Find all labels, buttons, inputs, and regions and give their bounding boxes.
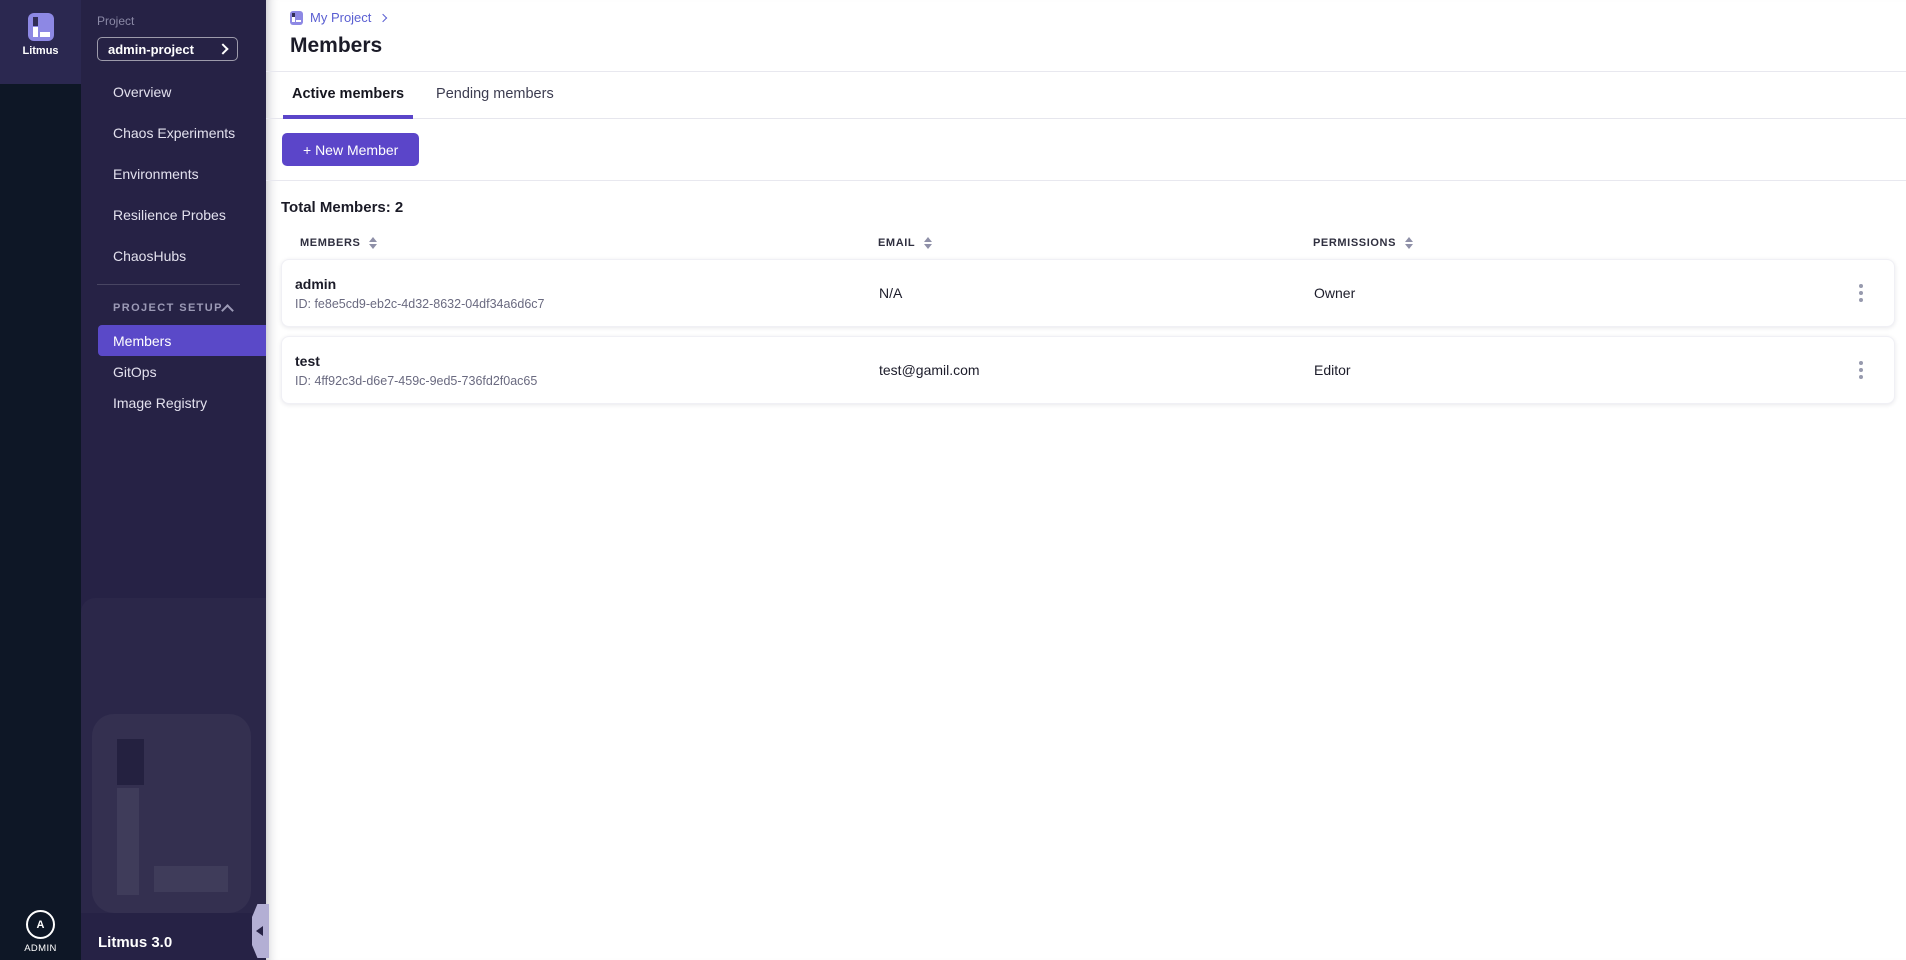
- column-header-permissions: PERMISSIONS: [1313, 237, 1895, 249]
- table-header-row: MEMBERS EMAIL PERMISSIONS: [281, 237, 1895, 249]
- member-id: ID: 4ff92c3d-d6e7-459c-9ed5-736fd2f0ac65: [295, 374, 879, 388]
- table-row: admin ID: fe8e5cd9-eb2c-4d32-8632-04df34…: [281, 259, 1895, 327]
- user-label: ADMIN: [24, 943, 57, 954]
- total-members-count: Total Members: 2: [281, 199, 1895, 216]
- breadcrumb-my-project-link[interactable]: My Project: [310, 10, 371, 25]
- permission-cell: Owner: [1314, 285, 1854, 301]
- sort-icon[interactable]: [1405, 237, 1413, 249]
- chevron-right-icon: [217, 43, 228, 54]
- member-name: test: [295, 353, 879, 369]
- logo-horizontal-bar: [40, 32, 50, 37]
- sidebar-nav: Overview Chaos Experiments Environments …: [81, 71, 266, 276]
- column-header-email-label: EMAIL: [878, 237, 915, 249]
- sidebar: Project admin-project Overview Chaos Exp…: [81, 0, 266, 960]
- app-rail: Litmus A ADMIN: [0, 0, 81, 960]
- page-header: My Project Members: [266, 0, 1906, 72]
- main-content: My Project Members Active members Pendin…: [266, 0, 1906, 960]
- kebab-menu-icon[interactable]: [1854, 356, 1868, 384]
- watermark-horizontal-bar: [154, 866, 228, 892]
- member-id: ID: fe8e5cd9-eb2c-4d32-8632-04df34a6d6c7: [295, 297, 879, 311]
- email-cell: N/A: [879, 285, 1314, 301]
- brand-label: Litmus: [22, 45, 58, 57]
- tab-pending-members[interactable]: Pending members: [427, 72, 563, 119]
- sidebar-item-overview[interactable]: Overview: [81, 71, 266, 112]
- sidebar-divider: [97, 284, 240, 285]
- sidebar-item-chaoshubs[interactable]: ChaosHubs: [81, 235, 266, 276]
- breadcrumb-chevron-icon: [379, 13, 387, 21]
- project-label: Project: [97, 14, 266, 28]
- watermark-vertical-bar: [117, 788, 139, 895]
- litmus-logo-icon[interactable]: [28, 13, 54, 41]
- watermark-dot-bar: [117, 739, 144, 785]
- column-header-email: EMAIL: [878, 237, 1313, 249]
- collapse-sidebar-handle[interactable]: [252, 904, 269, 958]
- members-section: Total Members: 2 MEMBERS EMAIL PERMISSIO…: [266, 181, 1906, 404]
- project-setup-label: PROJECT SETUP: [113, 302, 223, 314]
- kebab-menu-icon[interactable]: [1854, 279, 1868, 307]
- avatar[interactable]: A: [26, 910, 55, 939]
- email-cell: test@gamil.com: [879, 362, 1314, 378]
- version-label: Litmus 3.0: [98, 934, 172, 951]
- breadcrumb: My Project: [290, 10, 1882, 25]
- sidebar-item-resilience-probes[interactable]: Resilience Probes: [81, 194, 266, 235]
- column-header-members-label: MEMBERS: [300, 237, 360, 249]
- member-name: admin: [295, 276, 879, 292]
- chevron-up-icon: [221, 304, 234, 317]
- column-header-permissions-label: PERMISSIONS: [1313, 237, 1396, 249]
- column-header-members: MEMBERS: [300, 237, 878, 249]
- user-block: A ADMIN: [0, 910, 81, 960]
- project-selector-value: admin-project: [108, 42, 194, 57]
- project-setup-nav: Members GitOps Image Registry: [81, 325, 266, 418]
- collapse-arrow-icon: [256, 926, 263, 936]
- brand-block: Litmus: [0, 0, 81, 84]
- sidebar-item-members[interactable]: Members: [98, 325, 266, 356]
- tab-active-members[interactable]: Active members: [283, 72, 413, 119]
- table-body: admin ID: fe8e5cd9-eb2c-4d32-8632-04df34…: [281, 259, 1895, 404]
- sort-icon[interactable]: [924, 237, 932, 249]
- new-member-button[interactable]: + New Member: [282, 133, 419, 166]
- sidebar-item-chaos-experiments[interactable]: Chaos Experiments: [81, 112, 266, 153]
- sidebar-watermark-panel: [81, 598, 266, 913]
- sort-icon[interactable]: [369, 237, 377, 249]
- member-cell: admin ID: fe8e5cd9-eb2c-4d32-8632-04df34…: [295, 276, 879, 311]
- logo-dot-bar: [33, 17, 38, 26]
- sidebar-item-gitops[interactable]: GitOps: [81, 356, 266, 387]
- project-icon-h: [296, 20, 301, 22]
- project-setup-section-toggle[interactable]: PROJECT SETUP: [81, 291, 266, 325]
- sidebar-item-environments[interactable]: Environments: [81, 153, 266, 194]
- project-icon: [290, 11, 303, 25]
- table-row: test ID: 4ff92c3d-d6e7-459c-9ed5-736fd2f…: [281, 336, 1895, 404]
- tab-bar: Active members Pending members: [266, 72, 1906, 119]
- permission-cell: Editor: [1314, 362, 1854, 378]
- litmus-watermark-icon: [92, 714, 251, 913]
- page-title: Members: [290, 34, 1882, 71]
- logo-vertical-bar: [33, 27, 38, 37]
- project-selector[interactable]: admin-project: [97, 37, 238, 61]
- toolbar: + New Member: [266, 119, 1906, 181]
- sidebar-item-image-registry[interactable]: Image Registry: [81, 387, 266, 418]
- member-cell: test ID: 4ff92c3d-d6e7-459c-9ed5-736fd2f…: [295, 353, 879, 388]
- project-icon-v: [292, 17, 295, 22]
